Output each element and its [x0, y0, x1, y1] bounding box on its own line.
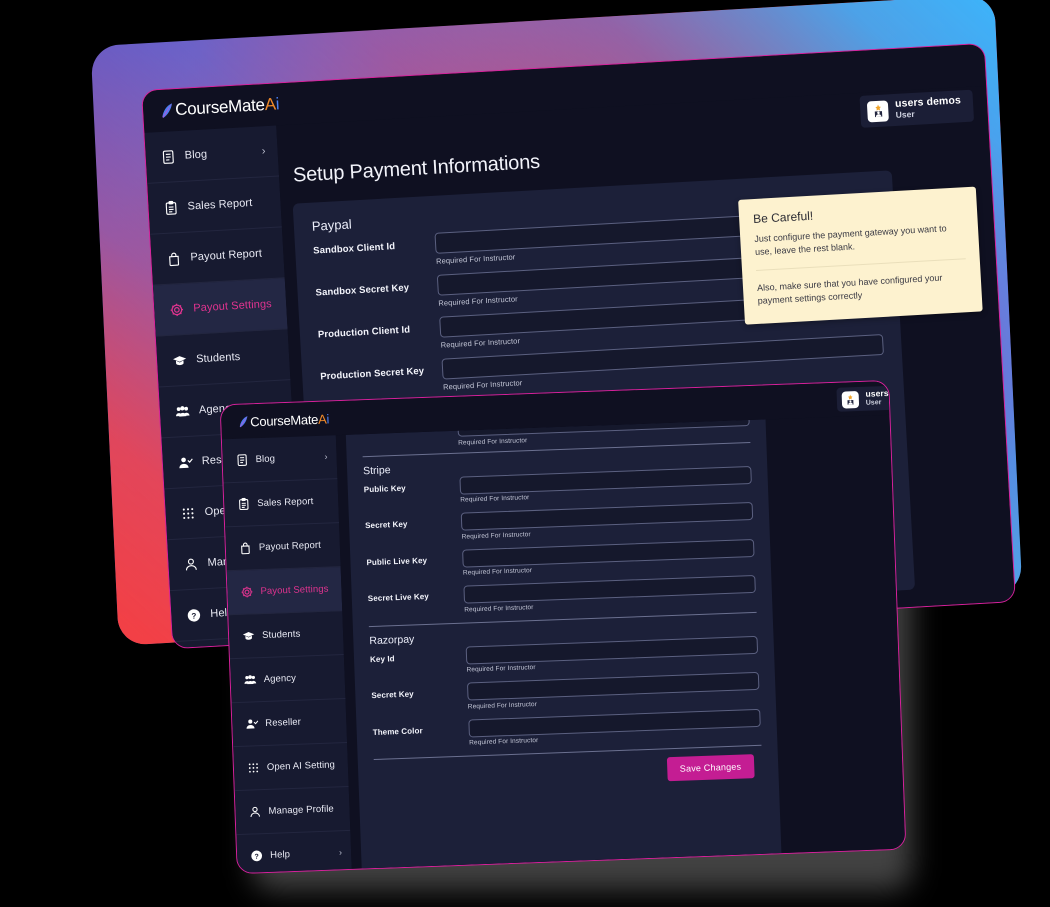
sidebar-label-payout-settings: Payout Settings	[192, 298, 273, 315]
logo-text-i: i	[275, 94, 280, 114]
sidebar-item-blog[interactable]: Blog ›	[144, 125, 280, 184]
sidebar-label-blog: Blog	[255, 453, 276, 466]
person-icon	[248, 805, 261, 818]
composition-stage: CourseMate Ai Blog › Sales Report Payout…	[0, 0, 1050, 907]
graduation-cap-icon	[172, 352, 188, 368]
sidebar-item-students[interactable]: Students	[228, 611, 344, 660]
sidebar-item-sales-report[interactable]: Sales Report	[147, 176, 282, 235]
sidebar-item-payout-settings[interactable]: Payout Settings	[152, 278, 288, 337]
sidebar-item-help[interactable]: ? Help ›	[236, 830, 352, 874]
chevron-right-icon: ›	[338, 847, 343, 858]
user-check-icon	[177, 454, 193, 470]
grid-dots-icon	[180, 505, 196, 521]
field-label: Public Live Key	[366, 555, 428, 567]
svg-text:?: ?	[191, 611, 197, 620]
field-label: Secret Key	[371, 689, 414, 701]
sidebar-label-payout-report: Payout Report	[258, 539, 322, 554]
sidebar-item-reseller[interactable]: Reseller	[231, 699, 348, 748]
blog-document-icon	[235, 453, 248, 467]
bag-icon	[166, 251, 182, 267]
stripe-razorpay-settings-window: CourseMate Ai users User Blog › Sales Re…	[219, 379, 907, 875]
grid-dots-icon	[247, 761, 260, 774]
question-circle-icon: ?	[250, 849, 263, 862]
sidebar-item-open-ai-setting[interactable]: Open AI Setting	[233, 742, 349, 792]
payment-gateways-panel: Required For Instructor Stripe Public Ke…	[345, 419, 782, 869]
sidebar-label-help: Help	[269, 849, 291, 861]
sidebar-label-sales-report: Sales Report	[187, 196, 253, 213]
field-row-stripe-secret-key: Secret Key Required For Instructor	[364, 501, 754, 544]
user-check-icon	[245, 717, 259, 730]
person-icon	[183, 556, 199, 572]
field-label: Secret Key	[364, 519, 408, 531]
sidebar-item-students[interactable]: Students	[155, 329, 291, 388]
field-label: Public Key	[363, 483, 406, 494]
app-logo[interactable]: CourseMate Ai	[159, 94, 280, 121]
user-role-label: User	[895, 109, 915, 121]
user-avatar-icon	[866, 99, 890, 122]
sidebar-item-payout-settings[interactable]: Payout Settings	[226, 567, 343, 616]
sidebar-label-students: Students	[195, 350, 241, 366]
clipboard-icon	[237, 497, 250, 511]
question-circle-icon: ?	[186, 607, 202, 623]
field-label: Secret Live Key	[367, 591, 430, 604]
logo-text-i: i	[326, 410, 330, 427]
front-window-main: Required For Instructor Stripe Public Ke…	[335, 414, 906, 869]
sidebar-label-students: Students	[261, 628, 301, 642]
clipboard-icon	[163, 200, 179, 216]
save-changes-button[interactable]: Save Changes	[666, 754, 755, 782]
graduation-cap-icon	[242, 629, 255, 642]
sidebar-label-agency: Agency	[263, 672, 297, 685]
sidebar-item-sales-report[interactable]: Sales Report	[223, 479, 340, 528]
be-careful-callout: Be Careful! Just configure the payment g…	[738, 186, 983, 325]
bag-icon	[239, 541, 252, 555]
callout-body-2: Also, make sure that you have configured…	[756, 272, 943, 307]
sidebar-label-payout-settings: Payout Settings	[260, 583, 329, 598]
field-label: Key Id	[369, 653, 395, 664]
user-profile-chip[interactable]: users demos User	[859, 89, 975, 129]
field-row-razorpay-theme-color: Theme Color Required For Instructor	[372, 708, 761, 750]
logo-text-main: CourseMate	[249, 411, 319, 429]
field-label: Theme Color	[372, 725, 423, 737]
user-profile-chip[interactable]: users User	[836, 385, 898, 413]
svg-text:?: ?	[254, 854, 259, 861]
user-avatar-icon	[841, 390, 859, 409]
sidebar-label-manage-profile: Manage Profile	[268, 803, 335, 817]
sidebar-item-payout-report[interactable]: Payout Report	[150, 227, 285, 286]
sidebar-label-reseller: Reseller	[265, 716, 302, 729]
user-role-label: User	[865, 399, 882, 407]
sidebar-item-blog[interactable]: Blog ›	[221, 435, 338, 484]
callout-divider	[756, 258, 966, 272]
front-window-sidebar: Blog › Sales Report Payout Report Payout…	[221, 435, 352, 874]
logo-text-main: CourseMate	[174, 95, 266, 120]
field-row-stripe-secret-live-key: Secret Live Key Required For Instructor	[367, 574, 756, 617]
sidebar-item-manage-profile[interactable]: Manage Profile	[234, 786, 351, 836]
field-label: Production Secret Key	[320, 365, 425, 383]
sidebar-label-blog: Blog	[184, 148, 208, 162]
field-label: Sandbox Secret Key	[315, 282, 410, 299]
user-name-label: users	[865, 387, 889, 399]
people-group-icon	[175, 403, 191, 419]
sidebar-label-open-ai-setting: Open AI Setting	[266, 759, 336, 773]
gear-icon	[169, 301, 185, 317]
rocket-mark-icon	[237, 415, 249, 428]
front-window-body: Blog › Sales Report Payout Report Payout…	[221, 414, 906, 874]
chevron-right-icon: ›	[324, 451, 328, 462]
callout-body-1: Just configure the payment gateway you w…	[754, 223, 947, 258]
field-label: Sandbox Client Id	[312, 241, 396, 257]
sidebar-label-sales-report: Sales Report	[257, 496, 314, 510]
sidebar-item-payout-report[interactable]: Payout Report	[225, 523, 341, 572]
rocket-mark-icon	[159, 102, 175, 120]
field-row-razorpay-secret-key: Secret Key Required For Instructor	[371, 671, 760, 714]
app-logo[interactable]: CourseMate Ai	[237, 411, 329, 429]
front-window-wrapper: CourseMate Ai users User Blog › Sales Re…	[219, 379, 907, 875]
field-row-stripe-public-live-key: Public Live Key Required For Instructor	[366, 538, 755, 580]
sidebar-item-agency[interactable]: Agency	[229, 655, 346, 704]
save-row: Save Changes	[374, 754, 763, 792]
chevron-right-icon: ›	[261, 144, 266, 157]
blog-document-icon	[160, 149, 176, 165]
people-group-icon	[243, 673, 257, 686]
sidebar-label-payout-report: Payout Report	[190, 247, 263, 264]
field-label: Production Client Id	[317, 324, 411, 341]
gear-icon	[240, 585, 253, 598]
